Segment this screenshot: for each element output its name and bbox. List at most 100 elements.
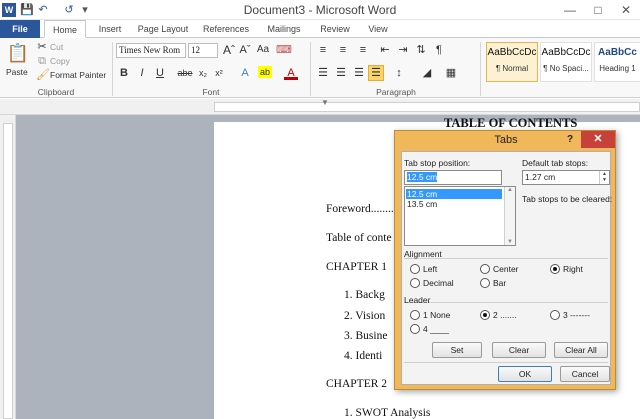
shading-icon[interactable]: ◢ <box>420 66 434 80</box>
style-heading-1[interactable]: AaBbCc Heading 1 <box>594 42 640 82</box>
font-group-label: Font <box>202 87 220 97</box>
ribbon-tabs: File Home Insert Page Layout References … <box>0 20 640 38</box>
style-preview: AaBbCcDc <box>541 47 591 58</box>
spinner-icon[interactable]: ▲ ▼ <box>599 171 609 184</box>
leader-dots-label[interactable]: 2 ....... <box>493 310 517 320</box>
vertical-ruler <box>0 115 16 419</box>
format-painter-button[interactable]: Format Painter <box>50 70 106 80</box>
tab-stop-list[interactable]: 12.5 cm 13.5 cm ▲ ▼ <box>404 186 516 246</box>
alignment-decimal-radio[interactable] <box>410 278 420 288</box>
sort-icon[interactable]: ⇅ <box>414 43 428 57</box>
dialog-body: Tab stop position: 12.5 cm 12.5 cm 13.5 … <box>401 151 612 385</box>
tab-mailings[interactable]: Mailings <box>260 20 308 38</box>
bullets-icon[interactable]: ≡ <box>316 43 330 57</box>
cut-button[interactable]: Cut <box>50 42 63 52</box>
leader-underline-radio[interactable] <box>410 324 420 334</box>
change-case-icon[interactable]: Aa <box>256 43 270 57</box>
bold-icon[interactable]: B <box>118 66 130 80</box>
leader-underline-label[interactable]: 4 ____ <box>423 324 449 334</box>
tab-insert[interactable]: Insert <box>90 20 130 38</box>
minimize-icon[interactable]: — <box>556 0 584 20</box>
default-tab-stops-input[interactable]: 1.27 cm ▲ ▼ <box>522 170 610 185</box>
format-painter-icon: 🖌 <box>36 69 50 81</box>
indent-marker-icon[interactable]: ▼ <box>321 99 329 107</box>
set-button[interactable]: Set <box>432 342 482 358</box>
clear-button[interactable]: Clear <box>492 342 546 358</box>
list-item[interactable]: 12.5 cm <box>406 189 502 199</box>
scroll-up-icon[interactable]: ▲ <box>505 187 515 193</box>
paste-button[interactable]: Paste <box>6 67 28 77</box>
paste-icon[interactable]: 📋 <box>6 42 30 64</box>
alignment-center-label[interactable]: Center <box>493 264 519 274</box>
list-item[interactable]: 13.5 cm <box>406 199 502 209</box>
leader-dots-radio[interactable] <box>480 310 490 320</box>
align-right-icon[interactable]: ☰ <box>352 66 366 80</box>
font-size-dropdown[interactable]: 12 <box>188 43 218 58</box>
alignment-left-radio[interactable] <box>410 264 420 274</box>
leader-label: Leader <box>404 295 431 305</box>
font-color-icon[interactable]: A <box>284 66 298 80</box>
divider <box>404 362 608 363</box>
justify-icon[interactable]: ☰ <box>368 65 384 81</box>
leader-none-label[interactable]: 1 None <box>423 310 450 320</box>
horizontal-ruler[interactable]: ▼ <box>0 99 640 115</box>
numbering-icon[interactable]: ≡ <box>336 43 350 57</box>
alignment-center-radio[interactable] <box>480 264 490 274</box>
alignment-decimal-label[interactable]: Decimal <box>423 278 454 288</box>
align-center-icon[interactable]: ☰ <box>334 66 348 80</box>
divider <box>404 302 608 303</box>
alignment-bar-label[interactable]: Bar <box>493 278 506 288</box>
shrink-font-icon[interactable]: Aˇ <box>238 43 252 57</box>
help-icon[interactable]: ? <box>567 134 573 145</box>
tab-file[interactable]: File <box>0 20 40 38</box>
subscript-icon[interactable]: x₂ <box>196 66 210 80</box>
tab-review[interactable]: Review <box>314 20 356 38</box>
tab-stop-position-input[interactable]: 12.5 cm <box>404 170 502 185</box>
highlight-icon[interactable]: ab <box>258 66 272 78</box>
doc-line: 1. SWOT Analysis <box>344 407 431 419</box>
close-icon[interactable]: ✕ <box>612 0 640 20</box>
list-scrollbar[interactable]: ▲ ▼ <box>504 187 515 245</box>
font-name-dropdown[interactable]: Times New Rom <box>116 43 186 58</box>
multilevel-list-icon[interactable]: ≡ <box>356 43 370 57</box>
cancel-button[interactable]: Cancel <box>560 366 610 382</box>
leader-dashes-radio[interactable] <box>550 310 560 320</box>
tab-view[interactable]: View <box>362 20 394 38</box>
maximize-icon[interactable]: □ <box>584 0 612 20</box>
alignment-right-radio[interactable] <box>550 264 560 274</box>
align-left-icon[interactable]: ☰ <box>316 66 330 80</box>
selected-text: 12.5 cm <box>407 172 438 182</box>
close-icon[interactable]: ✕ <box>581 131 615 148</box>
borders-icon[interactable]: ▦ <box>444 66 458 80</box>
text-effects-icon[interactable]: A <box>238 66 252 80</box>
alignment-label: Alignment <box>404 249 442 259</box>
decrease-indent-icon[interactable]: ⇤ <box>378 43 392 57</box>
increase-indent-icon[interactable]: ⇥ <box>396 43 410 57</box>
alignment-left-label[interactable]: Left <box>423 264 437 274</box>
grow-font-icon[interactable]: Aˆ <box>222 43 236 57</box>
copy-icon: ⧉ <box>38 55 46 67</box>
copy-button[interactable]: Copy <box>50 56 70 66</box>
style-name: ¶ No Spaci... <box>543 64 589 73</box>
clear-all-button[interactable]: Clear All <box>554 342 608 358</box>
leader-none-radio[interactable] <box>410 310 420 320</box>
tab-home[interactable]: Home <box>44 20 86 38</box>
ok-button[interactable]: OK <box>498 366 552 382</box>
scroll-down-icon[interactable]: ▼ <box>505 239 515 245</box>
italic-icon[interactable]: I <box>136 66 148 80</box>
style-no-spacing[interactable]: AaBbCcDc ¶ No Spaci... <box>540 42 592 82</box>
underline-icon[interactable]: U <box>154 66 166 80</box>
tab-page-layout[interactable]: Page Layout <box>134 20 192 38</box>
alignment-right-label[interactable]: Right <box>563 264 583 274</box>
show-marks-icon[interactable]: ¶ <box>432 43 446 57</box>
alignment-bar-radio[interactable] <box>480 278 490 288</box>
strikethrough-icon[interactable]: abe <box>176 66 194 80</box>
style-normal[interactable]: AaBbCcDc ¶ Normal <box>486 42 538 82</box>
clear-formatting-icon[interactable]: ⌨ <box>276 43 292 57</box>
cut-icon: ✂ <box>37 41 47 53</box>
line-spacing-icon[interactable]: ↕ <box>392 66 406 80</box>
dialog-title-bar[interactable]: Tabs ? ✕ <box>395 131 617 151</box>
tab-references[interactable]: References <box>198 20 254 38</box>
leader-dashes-label[interactable]: 3 ------- <box>563 310 590 320</box>
superscript-icon[interactable]: x² <box>212 66 226 80</box>
